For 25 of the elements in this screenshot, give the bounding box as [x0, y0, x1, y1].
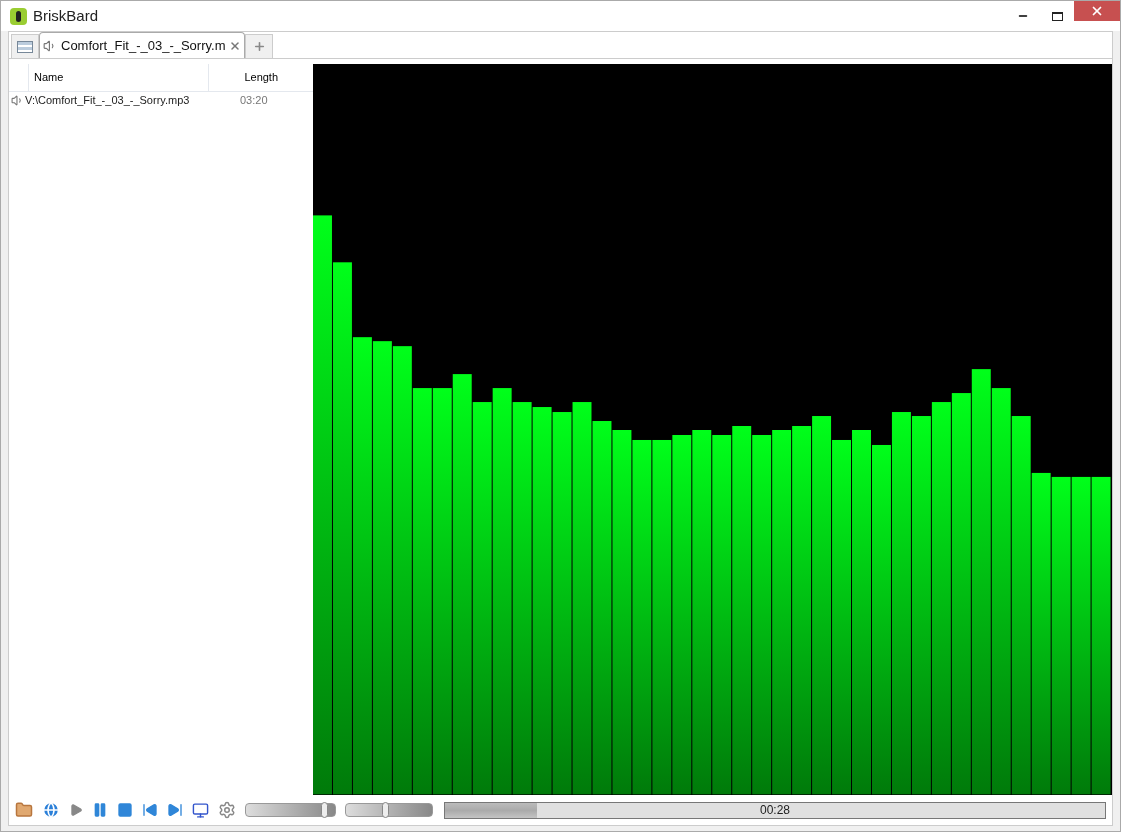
folder-icon[interactable] [15, 801, 33, 819]
column-header[interactable]: Name [29, 64, 209, 91]
plus-icon [253, 40, 266, 53]
track-name: V:\Comfort_Fit_-_03_-_Sorry.mp3 [25, 93, 191, 109]
settings-icon[interactable] [218, 801, 236, 819]
track-length: 03:20 [240, 93, 268, 109]
app-logo-icon [10, 7, 27, 25]
stop-icon[interactable] [117, 802, 133, 818]
window-title: BriskBard [33, 5, 99, 26]
screen-icon[interactable] [192, 801, 209, 819]
list-icon [17, 40, 33, 53]
previous-icon[interactable] [142, 802, 158, 818]
volume-slider[interactable] [245, 803, 336, 817]
new-tab-button[interactable] [245, 34, 274, 58]
close-tab-icon[interactable] [229, 39, 242, 52]
tab-list-button[interactable] [11, 34, 39, 58]
pause-icon[interactable] [92, 802, 108, 818]
next-icon[interactable] [167, 802, 183, 818]
close-icon [1090, 4, 1104, 18]
play-icon[interactable] [69, 803, 83, 817]
tab[interactable]: Comfort_Fit_-_03_-_Sorry.m [39, 32, 246, 58]
balance-slider[interactable] [345, 803, 433, 817]
progress-bar[interactable]: 00:28 [444, 801, 1106, 819]
column-header[interactable]: Length [209, 64, 314, 91]
globe-icon[interactable] [42, 801, 60, 819]
